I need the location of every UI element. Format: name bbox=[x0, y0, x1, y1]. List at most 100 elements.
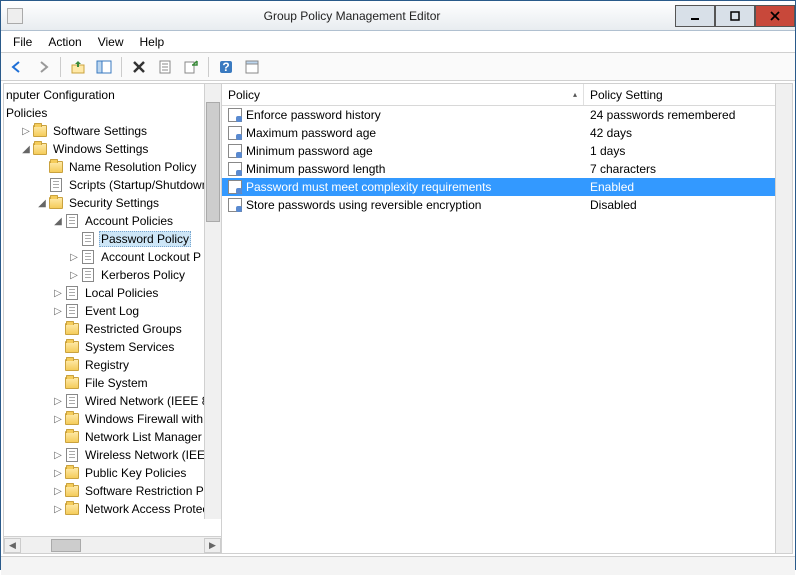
tree-item[interactable]: Network List Manager bbox=[4, 428, 221, 446]
tree-vertical-scrollbar[interactable] bbox=[204, 84, 221, 519]
menu-bar: File Action View Help bbox=[1, 31, 795, 53]
document-icon bbox=[80, 231, 96, 247]
folder-icon bbox=[48, 195, 64, 211]
tree-item[interactable]: ▷ Public Key Policies bbox=[4, 464, 221, 482]
policy-name: Store passwords using reversible encrypt… bbox=[246, 198, 481, 212]
expander-icon[interactable]: ▷ bbox=[52, 450, 64, 461]
folder-icon bbox=[64, 501, 80, 517]
tree-item[interactable]: ▷ Wireless Network (IEEE bbox=[4, 446, 221, 464]
expander-icon[interactable]: ▷ bbox=[52, 486, 64, 497]
policy-name: Enforce password history bbox=[246, 108, 381, 122]
expander-icon[interactable]: ▷ bbox=[68, 270, 80, 281]
policy-row[interactable]: Maximum password age42 days bbox=[222, 124, 792, 142]
expander-icon[interactable]: ▷ bbox=[52, 396, 64, 407]
tree-item-label: Restricted Groups bbox=[83, 322, 184, 336]
policy-setting: Disabled bbox=[590, 198, 637, 212]
tree-item[interactable]: ▷ Software Restriction Po bbox=[4, 482, 221, 500]
tree-item[interactable]: ▷ Wired Network (IEEE 80 bbox=[4, 392, 221, 410]
maximize-button[interactable] bbox=[715, 5, 755, 27]
folder-icon bbox=[64, 321, 80, 337]
tree-item[interactable]: Password Policy bbox=[4, 230, 221, 248]
document-icon bbox=[80, 249, 96, 265]
forward-button[interactable] bbox=[31, 55, 55, 79]
policy-row[interactable]: Minimum password length7 characters bbox=[222, 160, 792, 178]
tree-item[interactable]: Name Resolution Policy bbox=[4, 158, 221, 176]
tree-item-label: Software Restriction Po bbox=[83, 484, 212, 498]
policy-icon bbox=[228, 180, 242, 194]
document-icon bbox=[64, 303, 80, 319]
policy-row[interactable]: Minimum password age1 days bbox=[222, 142, 792, 160]
tree-root[interactable]: nputer Configuration bbox=[4, 86, 221, 104]
tree-item[interactable]: ▷Windows Firewall with bbox=[4, 410, 221, 428]
back-button[interactable] bbox=[5, 55, 29, 79]
tree-item-label: Account Policies bbox=[83, 214, 175, 228]
show-hide-tree-button[interactable] bbox=[92, 55, 116, 79]
refresh-button[interactable] bbox=[240, 55, 264, 79]
properties-button[interactable] bbox=[153, 55, 177, 79]
tree-item-label: Public Key Policies bbox=[83, 466, 188, 480]
tree-item-label: Wireless Network (IEEE bbox=[83, 448, 215, 462]
policy-setting: 24 passwords remembered bbox=[590, 108, 735, 122]
tree-item[interactable]: ◢Windows Settings bbox=[4, 140, 221, 158]
menu-view[interactable]: View bbox=[90, 33, 132, 51]
policy-name: Maximum password age bbox=[246, 126, 376, 140]
tree-item[interactable]: System Services bbox=[4, 338, 221, 356]
folder-icon bbox=[32, 123, 48, 139]
tree-item[interactable]: Scripts (Startup/Shutdown bbox=[4, 176, 221, 194]
policy-row[interactable]: Enforce password history 24 passwords rem… bbox=[222, 106, 792, 124]
expander-icon[interactable]: ◢ bbox=[20, 144, 32, 155]
menu-help[interactable]: Help bbox=[132, 33, 173, 51]
tree-item[interactable]: ◢ Account Policies bbox=[4, 212, 221, 230]
tree-item[interactable]: ▷ Account Lockout P bbox=[4, 248, 221, 266]
document-icon bbox=[64, 447, 80, 463]
document-icon bbox=[64, 285, 80, 301]
close-button[interactable] bbox=[755, 5, 795, 27]
tree-item[interactable]: ▷Local Policies bbox=[4, 284, 221, 302]
menu-file[interactable]: File bbox=[5, 33, 40, 51]
expander-icon[interactable]: ▷ bbox=[52, 504, 64, 515]
tree-item-label: Account Lockout P bbox=[99, 250, 203, 264]
expander-icon[interactable]: ▷ bbox=[52, 288, 64, 299]
tree-item-label: Wired Network (IEEE 80 bbox=[83, 394, 217, 408]
expander-icon[interactable]: ▷ bbox=[20, 126, 32, 137]
help-button[interactable]: ? bbox=[214, 55, 238, 79]
tree-item-label: Software Settings bbox=[51, 124, 149, 138]
tree-item[interactable]: File System bbox=[4, 374, 221, 392]
export-button[interactable] bbox=[179, 55, 203, 79]
tree-item[interactable]: ▷Network Access Protec bbox=[4, 500, 221, 518]
delete-button[interactable] bbox=[127, 55, 151, 79]
tree-item-label: Kerberos Policy bbox=[99, 268, 187, 282]
folder-icon bbox=[64, 483, 80, 499]
list-pane: Policy ▴ Policy Setting Enforce password… bbox=[222, 84, 792, 553]
expander-icon[interactable]: ▷ bbox=[52, 306, 64, 317]
tree-item-label: Password Policy bbox=[99, 231, 191, 247]
minimize-button[interactable] bbox=[675, 5, 715, 27]
expander-icon[interactable]: ◢ bbox=[36, 198, 48, 209]
tree-item[interactable]: Registry bbox=[4, 356, 221, 374]
column-header-policy-label: Policy bbox=[228, 88, 260, 102]
list-vertical-scrollbar[interactable] bbox=[775, 84, 792, 553]
tree-item[interactable]: ◢Security Settings bbox=[4, 194, 221, 212]
expander-icon[interactable]: ▷ bbox=[52, 414, 64, 425]
status-bar bbox=[1, 556, 795, 575]
expander-icon[interactable]: ▷ bbox=[52, 468, 64, 479]
expander-icon[interactable]: ▷ bbox=[68, 252, 80, 263]
folder-icon bbox=[64, 411, 80, 427]
tree-horizontal-scrollbar[interactable]: ◀▶ bbox=[4, 536, 221, 553]
menu-action[interactable]: Action bbox=[40, 33, 89, 51]
up-button[interactable] bbox=[66, 55, 90, 79]
tree-item[interactable]: ▷Event Log bbox=[4, 302, 221, 320]
column-header-policy[interactable]: Policy ▴ bbox=[222, 84, 584, 105]
policy-name: Password must meet complexity requiremen… bbox=[246, 180, 491, 194]
tree-item[interactable]: ▷ Software Settings bbox=[4, 122, 221, 140]
expander-icon[interactable]: ◢ bbox=[52, 216, 64, 227]
policy-row[interactable]: Password must meet complexity requiremen… bbox=[222, 178, 792, 196]
tree-root[interactable]: Policies bbox=[4, 104, 221, 122]
policy-row[interactable]: Store passwords using reversible encrypt… bbox=[222, 196, 792, 214]
tree-item[interactable]: Restricted Groups bbox=[4, 320, 221, 338]
tree-item[interactable]: ▷ Kerberos Policy bbox=[4, 266, 221, 284]
column-header-setting[interactable]: Policy Setting bbox=[584, 84, 792, 105]
policy-setting: 1 days bbox=[590, 144, 625, 158]
toolbar: ? bbox=[1, 53, 795, 81]
document-icon bbox=[80, 267, 96, 283]
